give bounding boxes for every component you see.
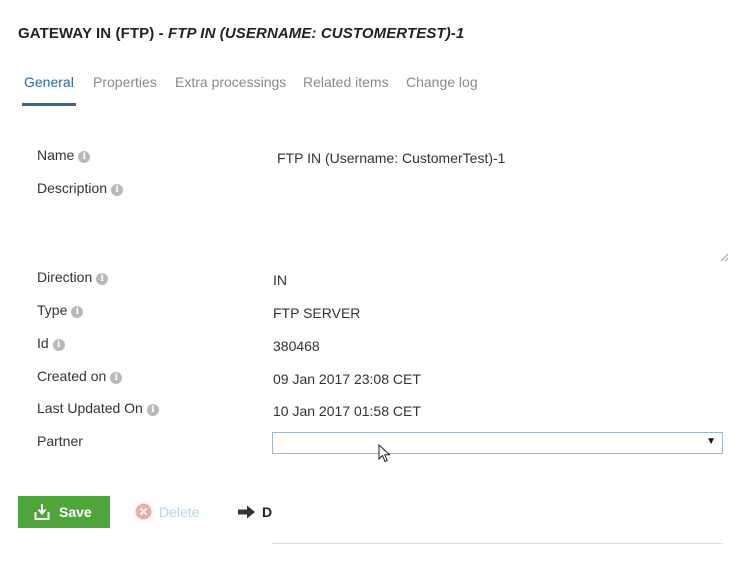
arrow-right-icon — [238, 505, 255, 519]
direction-value: IN — [273, 272, 287, 288]
save-icon — [34, 504, 50, 520]
arrow-action-label: D — [262, 504, 272, 520]
chevron-down-icon[interactable]: ▼ — [706, 436, 716, 447]
save-button-label: Save — [59, 504, 92, 520]
name-label: Name i — [37, 147, 91, 163]
last-updated-label-text: Last Updated On — [37, 400, 143, 416]
type-label-text: Type — [37, 302, 68, 318]
tab-general[interactable]: General — [22, 70, 76, 106]
partner-label-text: Partner — [37, 433, 83, 449]
tab-properties[interactable]: Properties — [91, 70, 159, 106]
id-label: Id i — [37, 335, 65, 351]
last-updated-label: Last Updated On i — [37, 400, 159, 416]
partner-select[interactable]: ▼ — [272, 432, 723, 454]
resize-grip-icon[interactable] — [719, 252, 729, 262]
mouse-pointer-icon — [378, 444, 391, 463]
tab-bar: General Properties Extra processings Rel… — [18, 70, 718, 108]
description-textarea[interactable] — [273, 178, 729, 264]
id-value: 380468 — [273, 338, 320, 354]
active-tab-indicator — [22, 103, 76, 106]
delete-circle-x-icon — [135, 503, 152, 520]
tab-extra-processings-label: Extra processings — [175, 74, 287, 90]
tab-change-log-label: Change log — [406, 74, 478, 90]
tab-related-items-label: Related items — [303, 74, 389, 90]
tab-extra-processings[interactable]: Extra processings — [173, 70, 288, 106]
direction-label: Direction i — [37, 269, 109, 285]
description-label: Description i — [37, 180, 124, 196]
page-title-prefix: GATEWAY IN (FTP) - — [18, 25, 168, 42]
type-label: Type i — [37, 302, 84, 318]
tab-change-log[interactable]: Change log — [404, 70, 480, 106]
info-icon[interactable]: i — [111, 184, 124, 196]
created-on-label-text: Created on — [37, 368, 107, 384]
info-icon[interactable]: i — [52, 339, 65, 351]
info-icon[interactable]: i — [110, 372, 123, 384]
tab-related-items[interactable]: Related items — [301, 70, 391, 106]
id-label-text: Id — [37, 335, 49, 351]
created-on-label: Created on i — [37, 368, 123, 384]
partner-dropdown-list[interactable] — [272, 454, 723, 544]
created-on-value: 09 Jan 2017 23:08 CET — [273, 371, 421, 387]
type-value: FTP SERVER — [273, 305, 361, 321]
name-input[interactable] — [273, 146, 723, 170]
direction-label-text: Direction — [37, 269, 93, 285]
info-icon[interactable]: i — [146, 404, 159, 416]
last-updated-value: 10 Jan 2017 01:58 CET — [273, 403, 421, 419]
tab-properties-label: Properties — [93, 74, 157, 90]
delete-button-label: Delete — [159, 504, 200, 520]
info-icon[interactable]: i — [71, 306, 84, 318]
description-label-text: Description — [37, 180, 108, 196]
page-title-name: FTP IN (USERNAME: CUSTOMERTEST)-1 — [167, 25, 465, 42]
arrow-action-button[interactable]: D — [237, 500, 272, 524]
name-label-text: Name — [37, 147, 75, 163]
page-title: GATEWAY IN (FTP) - FTP IN (USERNAME: CUS… — [18, 25, 464, 42]
save-button[interactable]: Save — [18, 496, 110, 528]
partner-label: Partner — [37, 433, 83, 449]
tab-general-label: General — [24, 74, 74, 90]
info-icon[interactable]: i — [78, 151, 91, 163]
info-icon[interactable]: i — [96, 273, 109, 285]
